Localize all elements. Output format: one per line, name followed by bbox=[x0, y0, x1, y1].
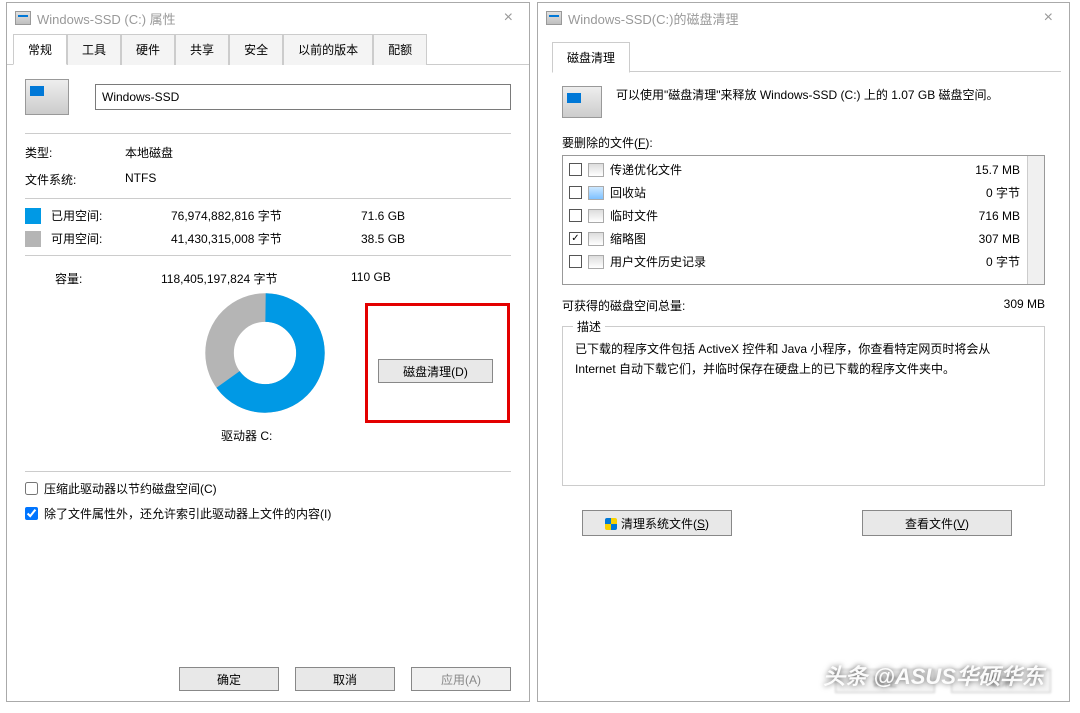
window-title: Windows-SSD(C:)的磁盘清理 bbox=[568, 9, 738, 28]
file-row[interactable]: 临时文件716 MB bbox=[565, 204, 1042, 227]
tab-security[interactable]: 安全 bbox=[229, 34, 283, 65]
usage-donut-chart bbox=[205, 293, 325, 413]
drive-large-icon bbox=[25, 79, 69, 115]
file-checkbox[interactable] bbox=[569, 255, 582, 268]
content: 可以使用"磁盘清理"来释放 Windows-SSD (C:) 上的 1.07 G… bbox=[538, 72, 1069, 701]
compress-label: 压缩此驱动器以节约磁盘空间(C) bbox=[44, 480, 217, 497]
file-checkbox[interactable] bbox=[569, 232, 582, 245]
free-label: 可用空间: bbox=[51, 230, 171, 247]
cap-gb: 110 GB bbox=[351, 270, 391, 287]
index-label: 除了文件属性外，还允许索引此驱动器上文件的内容(I) bbox=[44, 505, 331, 522]
total-label: 可获得的磁盘空间总量: bbox=[562, 297, 1004, 314]
file-size: 0 字节 bbox=[986, 253, 1020, 270]
file-icon bbox=[588, 255, 604, 269]
tab-quota[interactable]: 配额 bbox=[373, 34, 427, 65]
fs-value: NTFS bbox=[125, 171, 156, 188]
file-size: 15.7 MB bbox=[975, 163, 1020, 177]
close-icon[interactable]: × bbox=[1036, 5, 1061, 31]
clean-system-files-button[interactable]: 清理系统文件(S) bbox=[582, 510, 732, 536]
free-gb: 38.5 GB bbox=[361, 232, 405, 246]
tab-hardware[interactable]: 硬件 bbox=[121, 34, 175, 65]
file-row[interactable]: 传递优化文件15.7 MB bbox=[565, 158, 1042, 181]
file-checkbox[interactable] bbox=[569, 186, 582, 199]
window-title: Windows-SSD (C:) 属性 bbox=[37, 9, 176, 28]
used-bytes: 76,974,882,816 字节 bbox=[171, 207, 361, 224]
file-icon bbox=[588, 163, 604, 177]
recycle-bin-icon bbox=[588, 186, 604, 200]
content: 类型: 本地磁盘 文件系统: NTFS 已用空间: 76,974,882,816… bbox=[7, 65, 529, 701]
file-row[interactable]: 缩略图307 MB bbox=[565, 227, 1042, 250]
file-checkbox[interactable] bbox=[569, 209, 582, 222]
view-files-button[interactable]: 查看文件(V) bbox=[862, 510, 1012, 536]
titlebar[interactable]: Windows-SSD(C:)的磁盘清理 × bbox=[538, 3, 1069, 33]
file-row[interactable]: 回收站0 字节 bbox=[565, 181, 1042, 204]
free-swatch bbox=[25, 231, 41, 247]
close-icon[interactable]: × bbox=[496, 5, 521, 31]
compress-checkbox[interactable] bbox=[25, 482, 38, 495]
shield-icon bbox=[605, 518, 617, 530]
file-icon bbox=[588, 209, 604, 223]
tab-tools[interactable]: 工具 bbox=[67, 34, 121, 65]
group-legend: 描述 bbox=[573, 318, 605, 335]
file-row[interactable]: 用户文件历史记录0 字节 bbox=[565, 250, 1042, 273]
cap-label: 容量: bbox=[55, 270, 161, 287]
file-checkbox[interactable] bbox=[569, 163, 582, 176]
group-text: 已下载的程序文件包括 ActiveX 控件和 Java 小程序，你查看特定网页时… bbox=[575, 339, 1032, 380]
file-name: 用户文件历史记录 bbox=[610, 253, 986, 270]
properties-dialog: Windows-SSD (C:) 属性 × 常规 工具 硬件 共享 安全 以前的… bbox=[6, 2, 530, 702]
total-value: 309 MB bbox=[1004, 297, 1045, 314]
tab-previous[interactable]: 以前的版本 bbox=[283, 34, 373, 65]
file-size: 307 MB bbox=[979, 232, 1020, 246]
used-label: 已用空间: bbox=[51, 207, 171, 224]
titlebar[interactable]: Windows-SSD (C:) 属性 × bbox=[7, 3, 529, 33]
file-list[interactable]: 传递优化文件15.7 MB回收站0 字节临时文件716 MB缩略图307 MB用… bbox=[562, 155, 1045, 285]
description-groupbox: 描述 已下载的程序文件包括 ActiveX 控件和 Java 小程序，你查看特定… bbox=[562, 326, 1045, 486]
used-gb: 71.6 GB bbox=[361, 209, 405, 223]
ok-button[interactable]: 确定 bbox=[179, 667, 279, 691]
drive-icon bbox=[15, 11, 31, 25]
drive-letter-caption: 驱动器 C: bbox=[221, 427, 272, 444]
watermark: 头条 @ASUS华硕华东 bbox=[823, 659, 1044, 691]
drive-name-input[interactable] bbox=[95, 84, 511, 110]
disk-cleanup-dialog: Windows-SSD(C:)的磁盘清理 × 磁盘清理 可以使用"磁盘清理"来释… bbox=[537, 2, 1070, 702]
cap-bytes: 118,405,197,824 字节 bbox=[161, 270, 351, 287]
free-bytes: 41,430,315,008 字节 bbox=[171, 230, 361, 247]
files-to-delete-label: 要删除的文件(F): bbox=[562, 134, 1045, 151]
fs-label: 文件系统: bbox=[25, 171, 125, 188]
type-value: 本地磁盘 bbox=[125, 144, 173, 161]
tab-disk-cleanup[interactable]: 磁盘清理 bbox=[552, 42, 630, 73]
file-size: 716 MB bbox=[979, 209, 1020, 223]
used-swatch bbox=[25, 208, 41, 224]
file-name: 缩略图 bbox=[610, 230, 979, 247]
disk-cleanup-button[interactable]: 磁盘清理(D) bbox=[378, 359, 493, 383]
tab-general[interactable]: 常规 bbox=[13, 34, 67, 65]
type-label: 类型: bbox=[25, 144, 125, 161]
drive-icon bbox=[546, 11, 562, 25]
file-size: 0 字节 bbox=[986, 184, 1020, 201]
drive-large-icon bbox=[562, 86, 602, 118]
file-name: 临时文件 bbox=[610, 207, 979, 224]
tabs: 常规 工具 硬件 共享 安全 以前的版本 配额 bbox=[7, 33, 529, 65]
apply-button[interactable]: 应用(A) bbox=[411, 667, 511, 691]
tab-sharing[interactable]: 共享 bbox=[175, 34, 229, 65]
cancel-button[interactable]: 取消 bbox=[295, 667, 395, 691]
index-checkbox[interactable] bbox=[25, 507, 38, 520]
cleanup-description: 可以使用"磁盘清理"来释放 Windows-SSD (C:) 上的 1.07 G… bbox=[616, 86, 1045, 118]
file-icon bbox=[588, 232, 604, 246]
file-name: 回收站 bbox=[610, 184, 986, 201]
file-name: 传递优化文件 bbox=[610, 161, 975, 178]
